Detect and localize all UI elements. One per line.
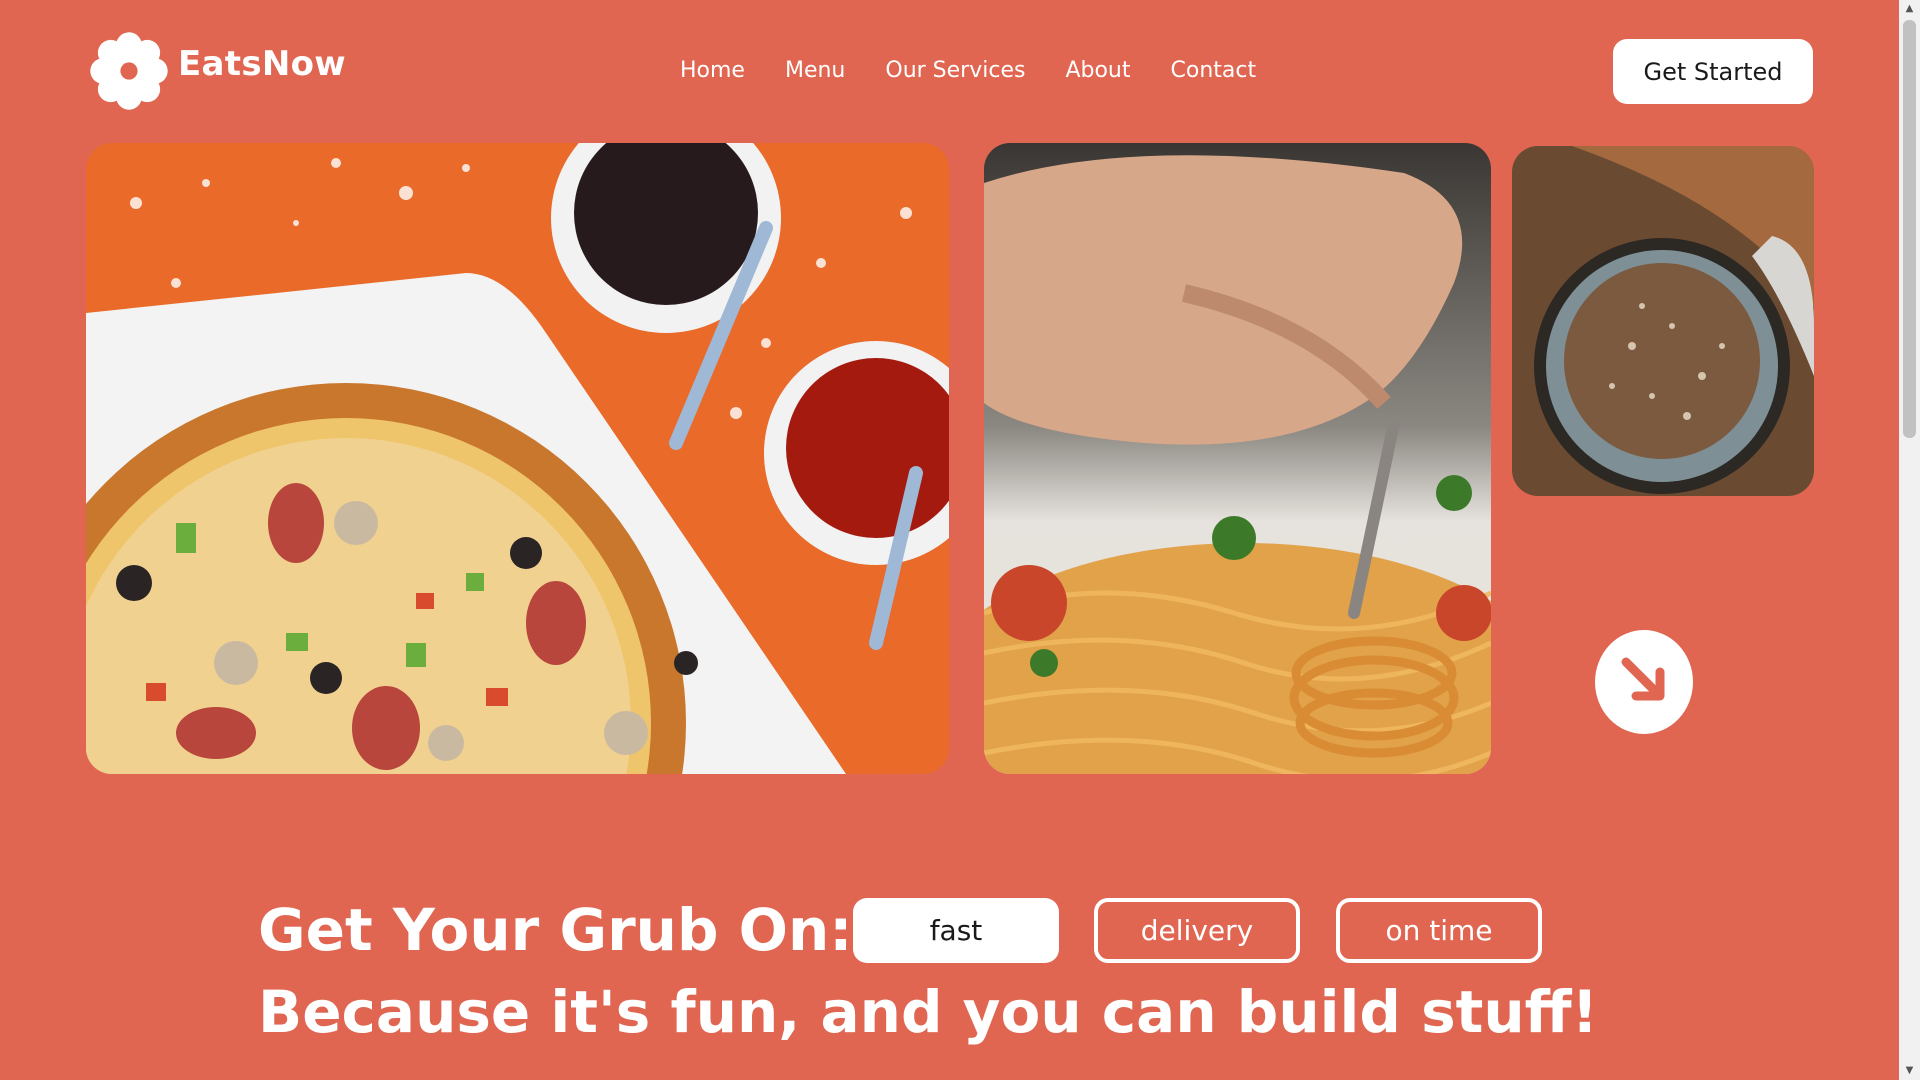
nav-home[interactable]: Home (680, 56, 745, 86)
brand-name: EatsNow (178, 44, 346, 84)
page: EatsNow Home Menu Our Services About Con… (0, 0, 1899, 1080)
vertical-scrollbar[interactable]: ▲ ▼ (1899, 0, 1920, 1080)
main-nav: Home Menu Our Services About Contact (680, 56, 1256, 86)
scroll-down-arrow-icon[interactable]: ▼ (1899, 1062, 1920, 1080)
nav-about[interactable]: About (1065, 56, 1130, 86)
pill-delivery[interactable]: delivery (1094, 898, 1300, 963)
nav-menu[interactable]: Menu (785, 56, 845, 86)
nav-our-services[interactable]: Our Services (885, 56, 1025, 86)
hero-title: Get Your Grub On: (258, 896, 853, 964)
nav-contact[interactable]: Contact (1171, 56, 1257, 86)
flower-icon (86, 28, 172, 114)
scroll-up-arrow-icon[interactable]: ▲ (1899, 0, 1920, 18)
pizza-photo (86, 143, 949, 774)
pill-fast[interactable]: fast (853, 898, 1059, 963)
pill-on-time[interactable]: on time (1336, 898, 1542, 963)
get-started-button[interactable]: Get Started (1613, 39, 1813, 104)
spice-bowl-photo (1512, 146, 1814, 496)
brand-logo[interactable]: EatsNow (86, 28, 346, 114)
scrollbar-thumb[interactable] (1903, 20, 1916, 438)
arrow-down-right-icon (1616, 652, 1672, 712)
spaghetti-photo (984, 143, 1491, 774)
hero-subtitle: Because it's fun, and you can build stuf… (258, 978, 1599, 1046)
next-arrow-button[interactable] (1595, 630, 1693, 734)
